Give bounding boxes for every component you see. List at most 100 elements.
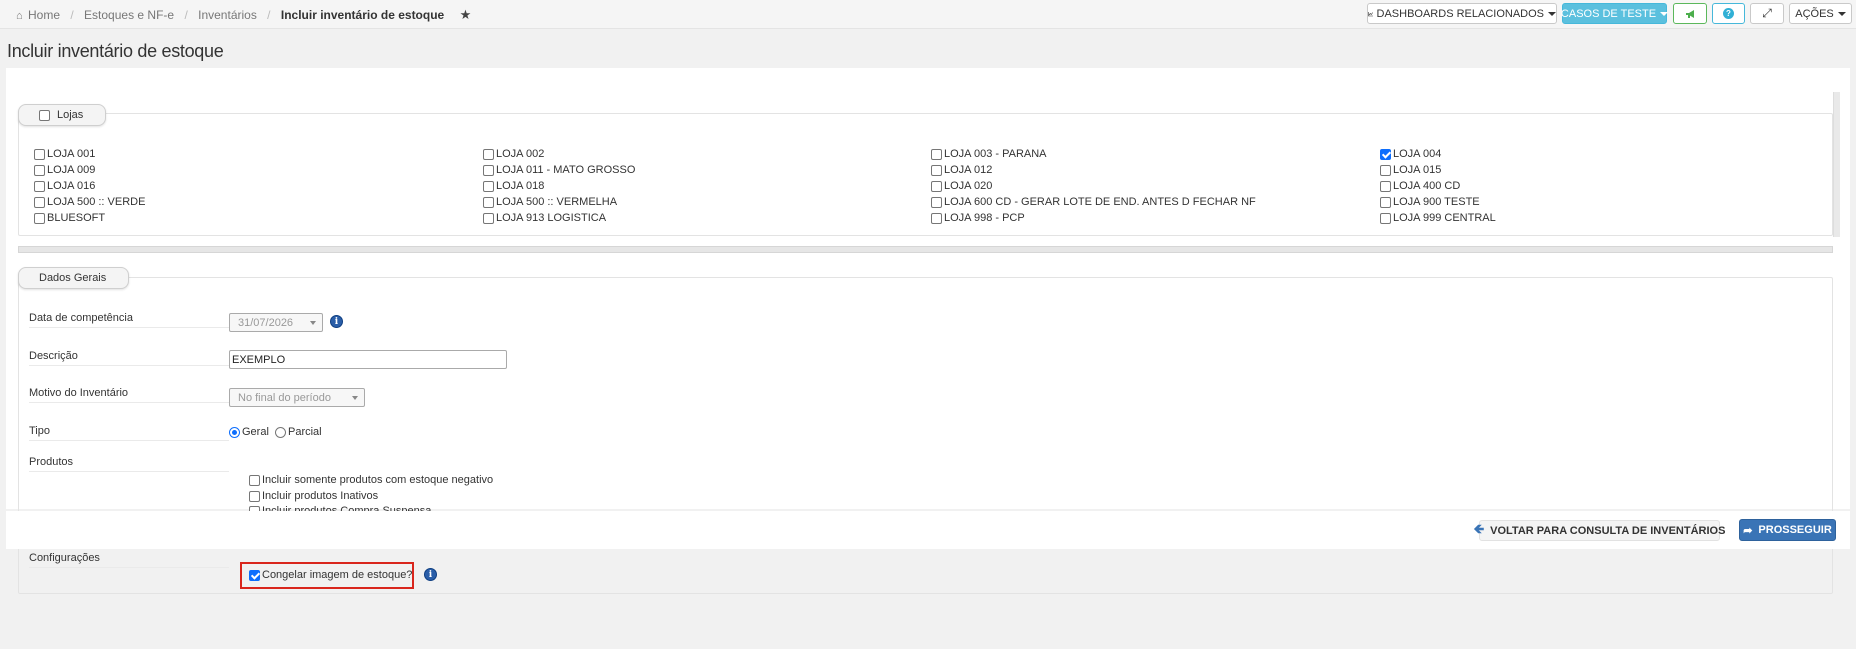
store-option[interactable]: LOJA 900 TESTE (1380, 196, 1480, 208)
store-option[interactable]: LOJA 400 CD (1380, 180, 1460, 192)
help-button[interactable]: ? (1712, 3, 1745, 24)
back-label: VOLTAR PARA CONSULTA DE INVENTÁRIOS (1490, 524, 1726, 537)
chevron-down-icon (1837, 11, 1846, 16)
home-icon: ⌂ (16, 10, 23, 22)
store-label: LOJA 600 CD - GERAR LOTE DE END. ANTES D… (944, 196, 1256, 208)
store-option[interactable]: LOJA 016 (34, 180, 95, 192)
divider (29, 440, 229, 441)
page-title: Incluir inventário de estoque (7, 41, 224, 61)
store-checkbox[interactable] (483, 196, 494, 208)
type-parcial-radio[interactable] (275, 426, 286, 438)
type-label: Tipo (29, 425, 50, 437)
store-option[interactable]: LOJA 001 (34, 148, 95, 160)
horizontal-scrollbar[interactable] (18, 246, 1833, 253)
store-checkbox[interactable] (1380, 164, 1391, 176)
freeze-stock-label: Congelar imagem de estoque? (262, 569, 413, 581)
description-input[interactable]: EXEMPLO (229, 350, 507, 369)
store-option[interactable]: LOJA 500 :: VERDE (34, 196, 145, 208)
product-option-checkbox[interactable] (249, 474, 260, 486)
store-option[interactable]: LOJA 011 - MATO GROSSO (483, 164, 635, 176)
reason-select[interactable]: No final do período (229, 388, 365, 407)
store-option[interactable]: LOJA 009 (34, 164, 95, 176)
store-label: LOJA 018 (496, 180, 545, 192)
store-option[interactable]: LOJA 018 (483, 180, 544, 192)
store-option[interactable]: LOJA 012 (931, 164, 992, 176)
competence-date-value: 31/07/2026 (238, 316, 294, 329)
store-checkbox[interactable] (931, 180, 942, 192)
general-legend: Dados Gerais (18, 267, 129, 289)
type-geral-radio[interactable] (229, 426, 240, 438)
dashboards-button[interactable]: DASHBOARDS RELACIONADOS (1367, 3, 1557, 24)
store-option[interactable]: LOJA 999 CENTRAL (1380, 212, 1496, 224)
store-checkbox[interactable] (34, 212, 45, 224)
divider (29, 327, 229, 328)
freeze-stock-checkbox[interactable] (249, 569, 260, 581)
freeze-stock-option[interactable]: Congelar imagem de estoque? (249, 569, 412, 581)
competence-date-select[interactable]: 31/07/2026 (229, 313, 323, 332)
store-checkbox[interactable] (34, 180, 45, 192)
type-geral-option[interactable]: Geral (229, 426, 269, 438)
store-option[interactable]: LOJA 020 (931, 180, 992, 192)
type-geral-label: Geral (242, 426, 269, 438)
store-checkbox[interactable] (34, 164, 45, 176)
store-option[interactable]: LOJA 998 - PCP (931, 212, 1025, 224)
back-to-inventories-button[interactable]: 🡸 VOLTAR PARA CONSULTA DE INVENTÁRIOS (1474, 520, 1725, 541)
vertical-scrollbar[interactable] (1833, 92, 1840, 237)
info-icon[interactable]: i (424, 568, 437, 581)
store-checkbox[interactable] (34, 196, 45, 208)
store-option[interactable]: LOJA 600 CD - GERAR LOTE DE END. ANTES D… (931, 196, 1256, 208)
reason-value: No final do período (238, 391, 331, 404)
chart-icon (1368, 11, 1374, 16)
store-checkbox[interactable] (1380, 212, 1391, 224)
proceed-button[interactable]: ➦ PROSSEGUIR (1739, 519, 1836, 541)
store-label: BLUESOFT (47, 212, 106, 224)
store-label: LOJA 500 :: VERMELHA (496, 196, 618, 208)
store-checkbox[interactable] (483, 180, 494, 192)
store-option[interactable]: BLUESOFT (34, 212, 105, 224)
announcement-button[interactable] (1673, 3, 1707, 24)
product-option-checkbox[interactable] (249, 490, 260, 502)
store-checkbox[interactable] (931, 148, 942, 160)
description-value: EXEMPLO (232, 353, 286, 366)
store-option[interactable]: LOJA 913 LOGISTICA (483, 212, 606, 224)
store-label: LOJA 012 (944, 164, 993, 176)
breadcrumb-inventarios[interactable]: Inventários (198, 8, 257, 22)
store-option[interactable]: LOJA 015 (1380, 164, 1441, 176)
breadcrumb-home[interactable]: Home (28, 8, 60, 22)
store-label: LOJA 900 TESTE (1393, 196, 1480, 208)
store-option[interactable]: LOJA 500 :: VERMELHA (483, 196, 617, 208)
store-checkbox[interactable] (1380, 180, 1391, 192)
store-checkbox[interactable] (34, 148, 45, 160)
store-checkbox[interactable] (483, 148, 494, 160)
select-all-stores-checkbox[interactable] (39, 109, 50, 121)
divider (29, 402, 229, 403)
favorite-star-icon[interactable]: ★ (460, 7, 472, 22)
store-checkbox[interactable] (483, 164, 494, 176)
store-checkbox[interactable] (483, 212, 494, 224)
store-label: LOJA 009 (47, 164, 96, 176)
product-option[interactable]: Incluir produtos Inativos (249, 490, 378, 502)
type-parcial-option[interactable]: Parcial (275, 426, 322, 438)
store-option[interactable]: LOJA 004 (1380, 148, 1441, 160)
breadcrumb-separator: / (267, 8, 271, 22)
store-checkbox[interactable] (1380, 196, 1391, 208)
info-icon[interactable]: i (330, 315, 343, 328)
products-label: Produtos (29, 456, 74, 468)
product-option[interactable]: Incluir somente produtos com estoque neg… (249, 474, 493, 486)
store-checkbox[interactable] (1380, 148, 1391, 160)
breadcrumb-estoques[interactable]: Estoques e NF-e (84, 8, 174, 22)
chevron-down-icon (1548, 11, 1556, 16)
store-checkbox[interactable] (931, 212, 942, 224)
product-option-label: Incluir produtos Inativos (262, 490, 379, 502)
store-option[interactable]: LOJA 002 (483, 148, 544, 160)
store-label: LOJA 002 (496, 148, 545, 160)
type-parcial-label: Parcial (288, 426, 322, 438)
config-label: Configurações (29, 552, 100, 564)
store-option[interactable]: LOJA 003 - PARANA (931, 148, 1047, 160)
store-label: LOJA 500 :: VERDE (47, 196, 146, 208)
store-checkbox[interactable] (931, 196, 942, 208)
actions-button[interactable]: AÇÕES (1789, 3, 1852, 24)
store-checkbox[interactable] (931, 164, 942, 176)
fullscreen-button[interactable]: ⤢ (1750, 3, 1784, 24)
test-cases-button[interactable]: CASOS DE TESTE (1561, 3, 1669, 24)
